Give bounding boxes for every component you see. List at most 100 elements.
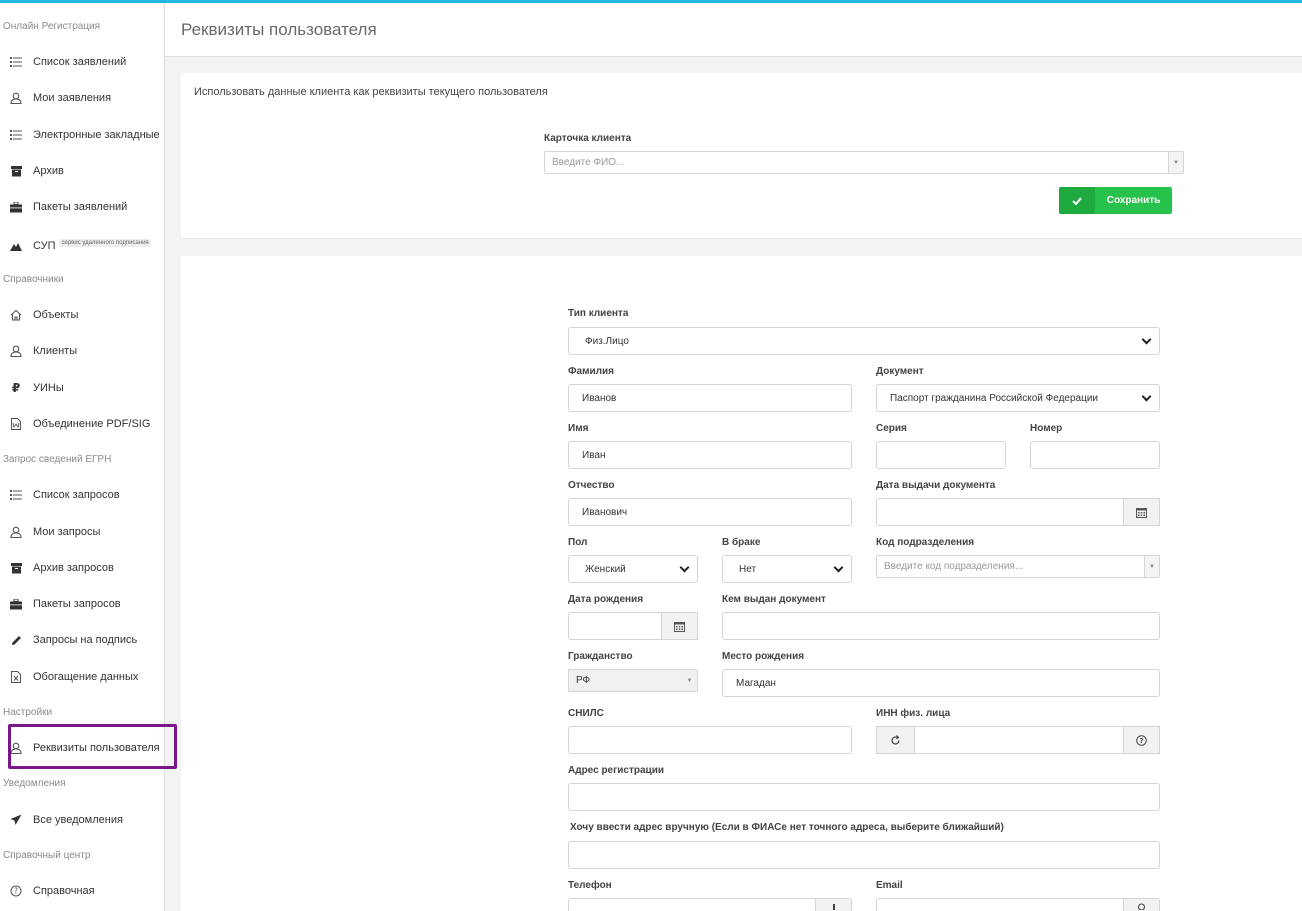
email-input[interactable] [876, 898, 1160, 911]
sidebar-item-application-packages[interactable]: Пакеты заявлений [10, 196, 164, 218]
division-code-placeholder: Введите код подразделения... [884, 561, 1024, 572]
reg-address-label: Адрес регистрации [568, 765, 665, 776]
chevron-down-icon [1141, 391, 1152, 401]
help-icon[interactable]: ? [1123, 726, 1160, 754]
document-label: Документ [876, 366, 924, 377]
svg-text:?: ? [1139, 737, 1143, 745]
number-label: Номер [1030, 423, 1063, 434]
sidebar-item-help[interactable]: ? Справочная [10, 880, 164, 902]
issue-date-label: Дата выдачи документа [876, 480, 996, 491]
sidebar-item-all-notifications[interactable]: Все уведомления [10, 809, 164, 831]
client-type-label: Тип клиента [568, 308, 629, 319]
word-file-icon [10, 418, 22, 430]
refresh-icon[interactable] [876, 726, 915, 754]
question-circle-icon: ? [10, 885, 22, 897]
birth-date-input[interactable] [568, 612, 698, 640]
division-code-select[interactable]: Введите код подразделения... ▼ [876, 555, 1160, 578]
sidebar-item-applications-list[interactable]: Список заявлений [10, 51, 164, 73]
sidebar-item-e-mortgages[interactable]: Электронные закладные [10, 124, 164, 146]
issued-by-input[interactable] [722, 612, 1160, 640]
sidebar-item-label: СУП [33, 240, 56, 252]
inn-input[interactable]: ? [876, 726, 1160, 754]
sidebar-item-my-requests[interactable]: Мои запросы [10, 521, 164, 543]
user-icon [10, 526, 22, 538]
married-select[interactable]: Нет [722, 555, 852, 583]
snils-input[interactable] [568, 726, 852, 754]
sidebar-section-references: Справочники [3, 274, 64, 285]
gender-select[interactable]: Женский [568, 555, 698, 583]
caret-down-icon: ▼ [1144, 556, 1159, 577]
user-icon [10, 345, 22, 357]
sidebar-item-sup[interactable]: СУП сервис удаленного подписания [10, 235, 164, 257]
page-header: Реквизиты пользователя [165, 3, 1302, 57]
series-input[interactable] [876, 441, 1006, 469]
client-card-label: Карточка клиента [544, 133, 632, 144]
calendar-icon[interactable] [661, 612, 698, 640]
mountain-icon [10, 240, 22, 252]
client-type-select[interactable]: Физ.Лицо [568, 327, 1160, 355]
sidebar-item-label: Архив [33, 165, 64, 177]
number-input[interactable] [1030, 441, 1160, 469]
first-name-value: Иван [582, 449, 606, 461]
patronymic-input[interactable]: Иванович [568, 498, 852, 526]
chevron-down-icon [833, 562, 844, 572]
archive-icon [10, 562, 22, 574]
last-name-value: Иванов [582, 392, 617, 404]
calendar-icon[interactable] [1123, 498, 1160, 526]
sidebar-item-requests-list[interactable]: Список запросов [10, 484, 164, 506]
sidebar-item-label: Пакеты запросов [33, 598, 121, 610]
sidebar: Онлайн Регистрация Список заявлений Мои … [0, 3, 165, 911]
first-name-label: Имя [568, 423, 589, 434]
manual-address-input[interactable] [568, 841, 1160, 869]
sidebar-item-my-applications[interactable]: Мои заявления [10, 87, 164, 109]
list-icon [10, 56, 22, 68]
sidebar-item-label: Все уведомления [33, 814, 123, 826]
inn-label: ИНН физ. лица [876, 708, 951, 719]
sidebar-item-label: Список запросов [33, 489, 120, 501]
citizenship-value: РФ [576, 675, 591, 686]
sidebar-section-notifications: Уведомления [3, 778, 66, 789]
sidebar-item-request-packages[interactable]: Пакеты запросов [10, 593, 164, 615]
phone-icon[interactable] [815, 899, 851, 911]
sidebar-item-label: Объекты [33, 309, 79, 321]
reg-address-input[interactable] [568, 783, 1160, 811]
birth-place-input[interactable]: Магадан [722, 669, 1160, 697]
sidebar-item-requests-archive[interactable]: Архив запросов [10, 557, 164, 579]
ruble-icon: ₽ [11, 381, 21, 395]
sidebar-item-signing-requests[interactable]: Запросы на подпись [10, 629, 164, 651]
briefcase-icon [10, 598, 22, 610]
sidebar-item-objects[interactable]: Объекты [10, 304, 164, 326]
sidebar-item-label: Объединение PDF/SIG [33, 418, 151, 430]
last-name-input[interactable]: Иванов [568, 384, 852, 412]
client-card-description: Использовать данные клиента как реквизит… [194, 86, 548, 98]
svg-text:?: ? [14, 887, 18, 896]
sup-badge: сервис удаленного подписания [59, 239, 151, 247]
save-button[interactable]: Сохранить [1059, 187, 1172, 214]
document-select[interactable]: Паспорт гражданина Российской Федерации [876, 384, 1160, 412]
document-value: Паспорт гражданина Российской Федерации [890, 392, 1098, 404]
client-card-select[interactable]: Введите ФИО... ▼ [544, 151, 1184, 174]
sidebar-item-clients[interactable]: Клиенты [10, 340, 164, 362]
patronymic-value: Иванович [582, 506, 628, 518]
sidebar-item-label: Обогащение данных [33, 671, 139, 683]
citizenship-select[interactable]: РФ ▼ [568, 669, 698, 692]
first-name-input[interactable]: Иван [568, 441, 852, 469]
sidebar-item-data-enrichment[interactable]: Обогащение данных [10, 666, 164, 688]
sidebar-item-label: Список заявлений [33, 56, 127, 68]
division-code-label: Код подразделения [876, 537, 975, 548]
gender-value: Женский [585, 563, 626, 575]
sidebar-item-uins[interactable]: ₽ УИНы [10, 377, 164, 399]
birth-date-label: Дата рождения [568, 594, 644, 605]
sidebar-item-pdf-sig-merge[interactable]: Объединение PDF/SIG [10, 413, 164, 435]
excel-file-icon [10, 671, 22, 683]
sidebar-item-archive[interactable]: Архив [10, 160, 164, 182]
save-button-label: Сохранить [1106, 195, 1161, 206]
check-icon [1059, 187, 1095, 214]
at-icon[interactable] [1123, 899, 1159, 911]
pencil-icon [10, 634, 22, 646]
citizenship-label: Гражданство [568, 651, 633, 662]
issue-date-input[interactable] [876, 498, 1160, 526]
chevron-down-icon [1141, 334, 1152, 344]
phone-input[interactable] [568, 898, 852, 911]
list-icon [10, 489, 22, 501]
